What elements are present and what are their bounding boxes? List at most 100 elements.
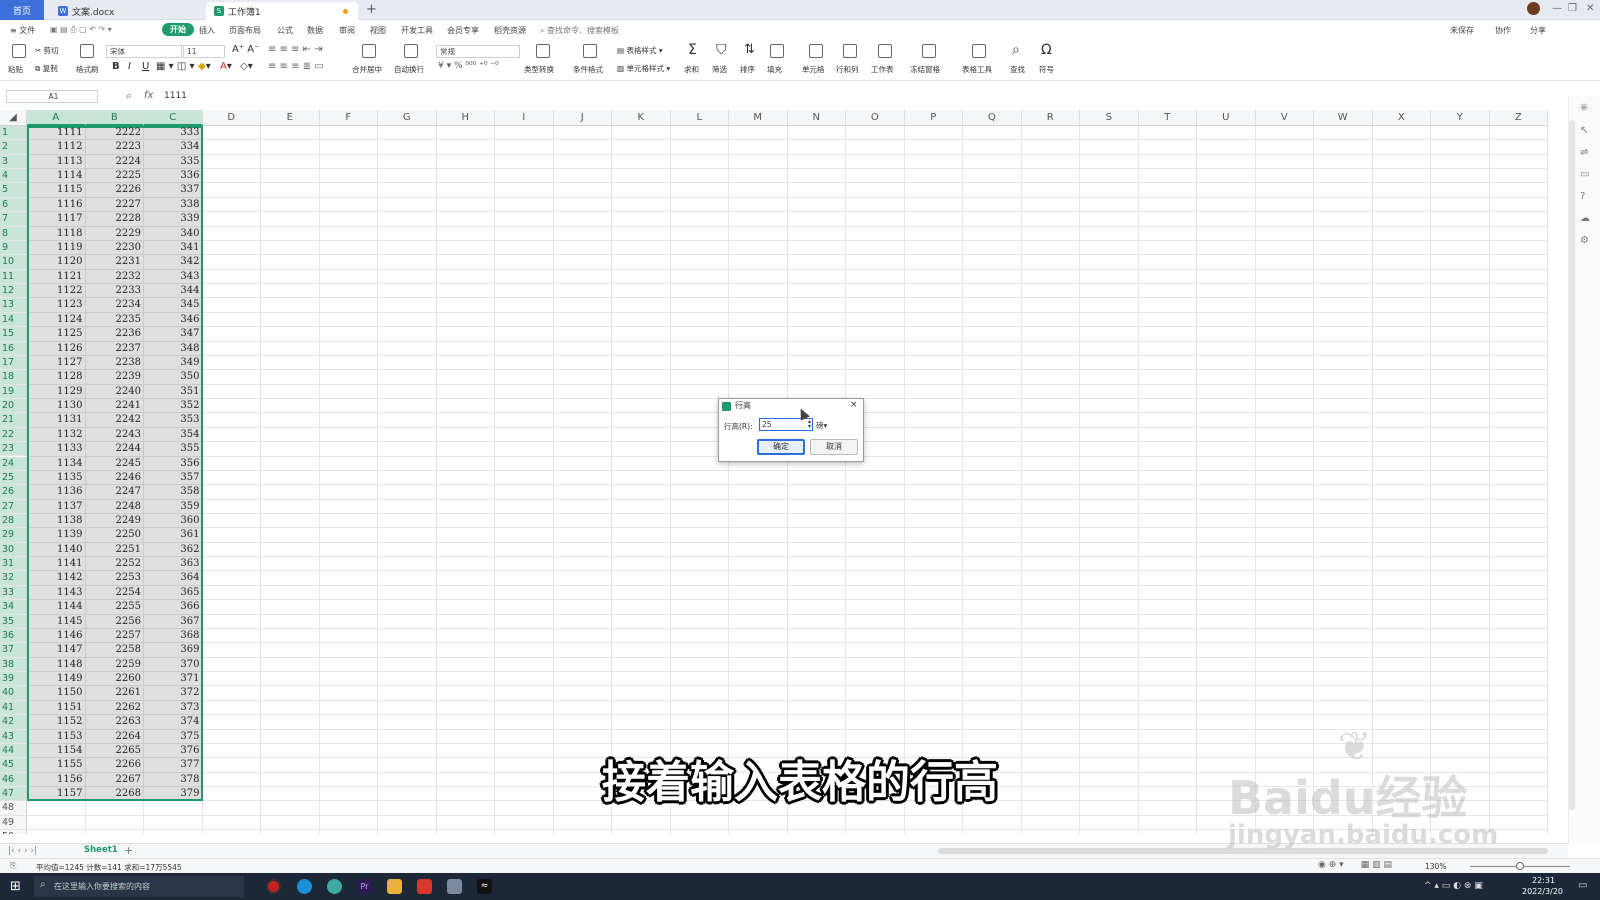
app-icon[interactable] [447,879,462,894]
column-header-v[interactable]: V [1255,110,1314,126]
sheet-nav-icons[interactable]: |‹ ‹ › ›| [8,846,37,856]
side-backup-icon[interactable]: ▭ [1580,169,1589,180]
row-header[interactable]: 19 [0,384,27,400]
cell-a18[interactable]: 1128 [27,370,86,384]
freeze-label[interactable]: 冻结窗格 [910,64,940,75]
cell-b29[interactable]: 2250 [86,528,145,542]
cell-a28[interactable]: 1138 [27,514,86,528]
cell-c42[interactable]: 374 [144,715,203,729]
cell-b17[interactable]: 2238 [86,356,145,370]
cell-c10[interactable]: 342 [144,255,203,269]
row-header[interactable]: 11 [0,269,27,285]
symbol-icon[interactable]: Ω [1041,42,1052,58]
fill-label[interactable]: 填充 [767,64,782,75]
cell-b19[interactable]: 2240 [86,385,145,399]
cell-c17[interactable]: 349 [144,356,203,370]
conditional-format-label[interactable]: 条件格式 [573,64,603,75]
name-box[interactable]: A1 [6,90,98,103]
selection-stats[interactable]: 平均值=1245 计数=141 求和=17万5545 [36,862,182,873]
sort-label[interactable]: 排序 [740,64,755,75]
cell-c34[interactable]: 366 [144,600,203,614]
ok-button[interactable]: 确定 [757,439,805,455]
cell-c8[interactable]: 340 [144,227,203,241]
cell-b33[interactable]: 2254 [86,586,145,600]
cell-c31[interactable]: 363 [144,557,203,571]
column-header-q[interactable]: Q [963,110,1022,126]
premiere-icon[interactable]: Pr [357,879,372,894]
cell-label[interactable]: 单元格 [802,64,825,75]
menu-docer[interactable]: 稻壳资源 [494,25,526,36]
sheet-tab-sheet1[interactable]: Sheet1 [84,845,118,855]
cell-a2[interactable]: 1112 [27,140,86,154]
cell-c37[interactable]: 369 [144,643,203,657]
sort-icon[interactable]: ⇅ [744,42,755,57]
vertical-scrollbar[interactable] [1569,120,1575,810]
row-header[interactable]: 26 [0,485,27,500]
row-header[interactable]: 35 [0,614,27,629]
minimize-icon[interactable]: — [1552,3,1562,14]
dialog-close-icon[interactable]: × [850,400,858,410]
zoom-formula-icon[interactable]: ⌕ [126,89,132,103]
cell-b35[interactable]: 2256 [86,615,145,629]
type-convert-label[interactable]: 类型转换 [524,64,554,75]
cell-c40[interactable]: 372 [144,686,203,700]
halign-icons[interactable]: ≡ ≡ ≡ ≣ ▭ [268,61,324,72]
row-header[interactable]: 39 [0,672,27,687]
column-header-u[interactable]: U [1197,110,1256,126]
tab-home[interactable]: 首页 [0,0,44,20]
menu-file[interactable]: ≡ 文件 [10,25,35,36]
cell-b37[interactable]: 2258 [86,643,145,657]
column-header-n[interactable]: N [787,110,846,126]
cell-c36[interactable]: 368 [144,629,203,643]
cell-a5[interactable]: 1115 [27,183,86,197]
row-header[interactable]: 12 [0,284,27,299]
row-header[interactable]: 41 [0,700,27,716]
cell-c6[interactable]: 338 [144,198,203,212]
side-help-icon[interactable]: ? [1580,191,1585,202]
cell-b30[interactable]: 2251 [86,543,145,557]
cell-c28[interactable]: 360 [144,514,203,528]
cell-a31[interactable]: 1141 [27,557,86,571]
menu-page-layout[interactable]: 页面布局 [229,25,261,36]
worksheet-icon[interactable] [878,44,892,58]
cell-b12[interactable]: 2233 [86,284,145,298]
row-header[interactable]: 34 [0,600,27,615]
row-header[interactable]: 40 [0,686,27,701]
unit-select[interactable]: 磅▾ [816,420,827,431]
freeze-icon[interactable] [922,44,936,58]
cell-b18[interactable]: 2239 [86,370,145,384]
cell-b3[interactable]: 2224 [86,155,145,169]
cell-b31[interactable]: 2252 [86,557,145,571]
merge-icon[interactable] [362,44,376,58]
row-col-label[interactable]: 行和列 [836,64,859,75]
row-header[interactable]: 20 [0,399,27,414]
cell-b42[interactable]: 2263 [86,715,145,729]
cell-c35[interactable]: 367 [144,615,203,629]
table-style-button[interactable]: ▤ 表格样式 ▾ [617,45,663,56]
column-header-f[interactable]: F [319,110,378,126]
cell-b34[interactable]: 2255 [86,600,145,614]
copy-button[interactable]: ⧉ 复制 [35,63,58,74]
new-tab-button[interactable]: + [366,2,377,17]
menu-review[interactable]: 审阅 [339,25,355,36]
zoom-slider-thumb[interactable] [1516,862,1524,870]
row-header[interactable]: 29 [0,528,27,543]
cell-c29[interactable]: 361 [144,528,203,542]
cell-b15[interactable]: 2236 [86,327,145,341]
cell-b10[interactable]: 2231 [86,255,145,269]
column-header-m[interactable]: M [729,110,788,126]
row-header[interactable]: 31 [0,557,27,572]
avatar[interactable] [1527,2,1540,15]
cell-c19[interactable]: 351 [144,385,203,399]
type-convert-icon[interactable] [536,44,550,58]
font-name-select[interactable]: 宋体 [106,45,182,58]
underline-icon[interactable]: U [142,61,149,72]
row-header[interactable]: 14 [0,312,27,328]
cell-b26[interactable]: 2247 [86,485,145,499]
cell-a29[interactable]: 1139 [27,528,86,542]
menu-insert[interactable]: 插入 [199,25,215,36]
cell-c12[interactable]: 344 [144,284,203,298]
row-header[interactable]: 23 [0,442,27,457]
column-header-c[interactable]: C [144,110,203,126]
cell-b7[interactable]: 2228 [86,212,145,226]
